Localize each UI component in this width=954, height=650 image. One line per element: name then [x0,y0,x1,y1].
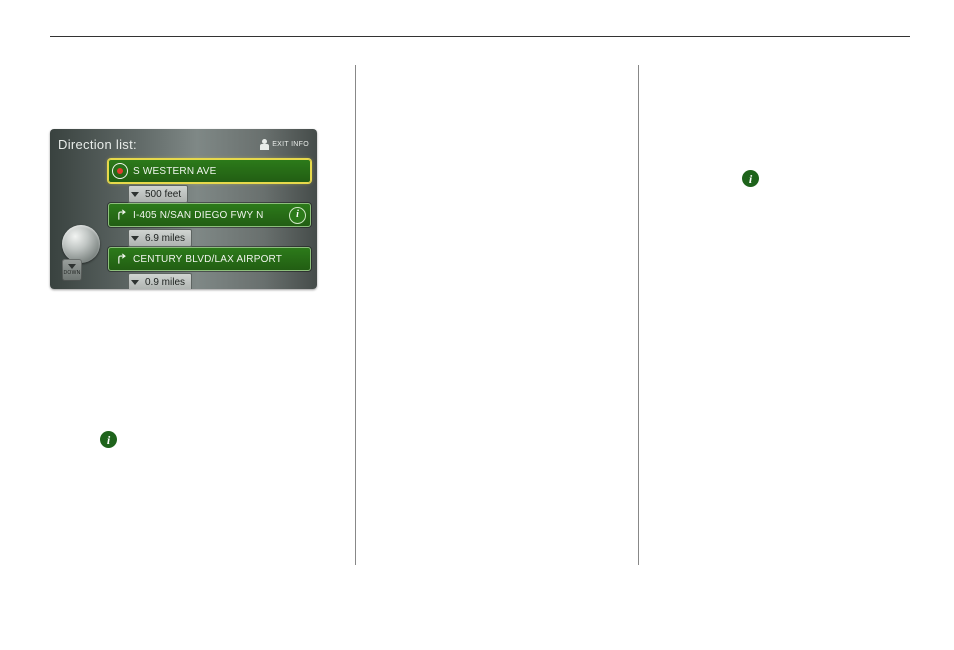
chevron-down-icon [68,264,76,269]
direction-row[interactable]: S WESTERN AVE [108,159,311,183]
exit-info-button[interactable]: EXIT INFO [260,139,309,150]
down-label: DOWN [63,270,80,276]
distance-text: 0.9 miles [145,277,185,288]
panel-title: Direction list: [58,137,137,152]
horizontal-rule [50,36,910,37]
info-icon: i [100,431,117,448]
turn-right-icon [111,206,129,224]
direction-row[interactable]: CENTURY BLVD/LAX AIRPORT [108,247,311,271]
distance-row: 500 feet [108,185,311,201]
person-icon [260,139,269,150]
down-arrow-icon [131,280,139,285]
direction-text: CENTURY BLVD/LAX AIRPORT [133,254,306,265]
distance-text: 500 feet [145,189,181,200]
turn-right-icon [111,250,129,268]
info-icon[interactable]: i [289,207,306,224]
distance-row: 0.9 miles [108,273,311,289]
direction-list-panel: Direction list: EXIT INFO DOWN S WESTERN… [50,129,317,289]
column-divider [638,65,639,565]
exit-info-label: EXIT INFO [272,141,309,148]
info-icon: i [742,170,759,187]
down-arrow-icon [131,236,139,241]
knob-area: DOWN [54,157,106,285]
distance-text: 6.9 miles [145,233,185,244]
distance-row: 6.9 miles [108,229,311,245]
direction-rows: S WESTERN AVE 500 feet I-405 N/SAN DIEGO… [108,159,311,289]
current-location-icon [111,162,129,180]
rotary-knob[interactable] [62,225,100,263]
direction-row[interactable]: I-405 N/SAN DIEGO FWY N i [108,203,311,227]
direction-text: I-405 N/SAN DIEGO FWY N [133,210,285,221]
panel-header: Direction list: EXIT INFO [58,135,309,153]
down-arrow-icon [131,192,139,197]
direction-text: S WESTERN AVE [133,166,306,177]
scroll-down-button[interactable]: DOWN [62,259,82,281]
column-divider [355,65,356,565]
